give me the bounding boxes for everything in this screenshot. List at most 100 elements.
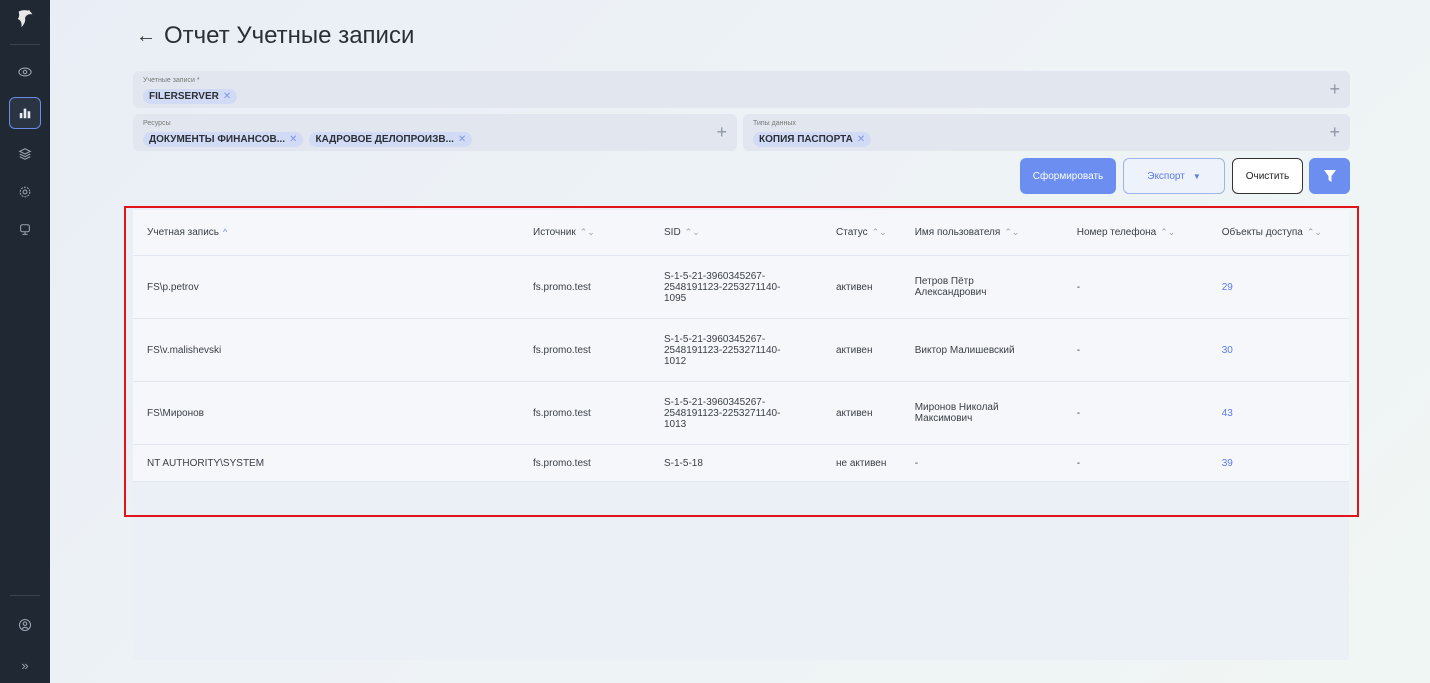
chip-label: ДОКУМЕНТЫ ФИНАНСОВ... xyxy=(149,134,286,145)
chip-passport-copy: КОПИЯ ПАСПОРТА ✕ xyxy=(753,132,872,147)
cell-sid: S-1-5-21-3960345267- 2548191123-225327114… xyxy=(650,318,822,382)
cell-status: активен xyxy=(822,318,901,382)
table-row[interactable]: FS\v.malishevski fs.promo.test S-1-5-21-… xyxy=(133,318,1349,382)
results-panel: Учетная запись ^ Источник ⌃⌄ SID ⌃⌄ Статус ⌃… xyxy=(133,210,1349,660)
filter-button[interactable] xyxy=(1309,158,1350,194)
sidebar-bottom: » xyxy=(10,595,40,673)
database-icon xyxy=(18,148,32,160)
page-title: Отчет Учетные записи xyxy=(164,22,415,49)
chip-label: КАДРОВОЕ ДЕЛОПРОИЗВ... xyxy=(315,134,454,145)
sidebar-item-overview[interactable] xyxy=(12,59,38,85)
close-icon[interactable]: ✕ xyxy=(289,134,297,145)
logo-icon xyxy=(17,10,33,28)
cell-source: fs.promo.test xyxy=(519,318,650,382)
accounts-filter[interactable]: Учетные записи * FILERSERVER ✕ + xyxy=(133,71,1350,108)
sidebar-item-reports[interactable] xyxy=(9,97,41,129)
cell-source: fs.promo.test xyxy=(519,255,650,319)
accounts-filter-label: Учетные записи * xyxy=(143,77,200,84)
sort-icon: ⌃⌄ xyxy=(1160,227,1176,237)
column-header-source[interactable]: Источник ⌃⌄ xyxy=(519,210,650,256)
sidebar-item-agents[interactable] xyxy=(12,217,38,243)
cell-account: FS\p.petrov xyxy=(133,255,519,319)
sidebar-divider xyxy=(10,595,40,596)
cell-phone: - xyxy=(1062,318,1208,382)
cell-access-objects-link[interactable]: 39 xyxy=(1207,444,1349,482)
cell-phone: - xyxy=(1062,381,1208,445)
sort-icon: ⌃⌄ xyxy=(1306,227,1322,237)
data-types-chips: КОПИЯ ПАСПОРТА ✕ xyxy=(753,132,872,147)
sort-icon: ⌃⌄ xyxy=(871,227,887,237)
close-icon[interactable]: ✕ xyxy=(857,134,865,145)
table-header-row: Учетная запись ^ Источник ⌃⌄ SID ⌃⌄ Статус ⌃… xyxy=(133,210,1349,256)
column-header-account[interactable]: Учетная запись ^ xyxy=(133,210,519,256)
cell-status: активен xyxy=(822,381,901,445)
eye-icon xyxy=(18,67,32,77)
sidebar-item-settings[interactable] xyxy=(12,179,38,205)
table-row[interactable]: FS\Миронов fs.promo.test S-1-5-21-396034… xyxy=(133,381,1349,445)
cell-source: fs.promo.test xyxy=(519,381,650,445)
generate-button[interactable]: Сформировать xyxy=(1020,158,1116,194)
back-button[interactable]: ← xyxy=(136,25,156,48)
chip-resource-hr: КАДРОВОЕ ДЕЛОПРОИЗВ... ✕ xyxy=(309,132,473,147)
chevron-double-right-icon[interactable]: » xyxy=(21,658,28,673)
data-types-filter-label: Типы данных xyxy=(753,120,796,127)
resources-filter[interactable]: Ресурсы ДОКУМЕНТЫ ФИНАНСОВ... ✕ КАДРОВОЕ… xyxy=(133,114,737,151)
sidebar: » xyxy=(0,0,50,683)
column-header-status[interactable]: Статус ⌃⌄ xyxy=(822,210,901,256)
chip-resource-finance: ДОКУМЕНТЫ ФИНАНСОВ... ✕ xyxy=(143,132,304,147)
cell-sid: S-1-5-21-3960345267- 2548191123-225327114… xyxy=(650,255,822,319)
user-icon xyxy=(18,618,32,632)
cell-access-objects-link[interactable]: 30 xyxy=(1207,318,1349,382)
profile-button[interactable] xyxy=(12,612,38,638)
clear-button[interactable]: Очистить xyxy=(1232,158,1303,194)
cell-status: активен xyxy=(822,255,901,319)
export-button-label: Экспорт xyxy=(1147,170,1185,182)
cell-account: FS\v.malishevski xyxy=(133,318,519,382)
sort-icon: ⌃⌄ xyxy=(579,227,595,237)
sort-icon: ⌃⌄ xyxy=(1004,227,1020,237)
sidebar-item-data[interactable] xyxy=(12,141,38,167)
cell-sid: S-1-5-18 xyxy=(650,444,822,482)
cell-source: fs.promo.test xyxy=(519,444,650,482)
resources-chips: ДОКУМЕНТЫ ФИНАНСОВ... ✕ КАДРОВОЕ ДЕЛОПРО… xyxy=(143,132,473,147)
table-row[interactable]: NT AUTHORITY\SYSTEM fs.promo.test S-1-5-… xyxy=(133,444,1349,482)
chart-icon xyxy=(19,108,31,119)
cell-access-objects-link[interactable]: 43 xyxy=(1207,381,1349,445)
gear-icon xyxy=(19,186,31,198)
close-icon[interactable]: ✕ xyxy=(223,91,231,102)
column-header-access-objects[interactable]: Объекты доступа ⌃⌄ xyxy=(1207,210,1349,256)
add-account-button[interactable]: + xyxy=(1329,79,1340,100)
column-header-phone[interactable]: Номер телефона ⌃⌄ xyxy=(1062,210,1208,256)
sort-asc-icon: ^ xyxy=(223,227,228,237)
resources-filter-label: Ресурсы xyxy=(143,120,171,127)
filter-icon xyxy=(1323,170,1336,182)
cell-username: Миронов Николай Максимович xyxy=(900,381,1063,445)
sidebar-divider xyxy=(10,44,40,45)
cell-username: Петров Пётр Александрович xyxy=(900,255,1063,319)
caret-down-icon: ▼ xyxy=(1192,171,1201,181)
close-icon[interactable]: ✕ xyxy=(458,134,466,145)
column-header-username[interactable]: Имя пользователя ⌃⌄ xyxy=(900,210,1063,256)
accounts-table: Учетная запись ^ Источник ⌃⌄ SID ⌃⌄ Статус ⌃… xyxy=(133,210,1349,482)
add-resource-button[interactable]: + xyxy=(716,122,727,143)
cell-status: не активен xyxy=(822,444,901,482)
cell-phone: - xyxy=(1062,255,1208,319)
column-header-sid[interactable]: SID ⌃⌄ xyxy=(650,210,822,256)
cell-phone: - xyxy=(1062,444,1208,482)
chip-label: КОПИЯ ПАСПОРТА xyxy=(759,134,853,145)
cell-access-objects-link[interactable]: 29 xyxy=(1207,255,1349,319)
cell-sid: S-1-5-21-3960345267- 2548191123-225327114… xyxy=(650,381,822,445)
export-button[interactable]: Экспорт ▼ xyxy=(1123,158,1225,194)
cell-account: FS\Миронов xyxy=(133,381,519,445)
add-data-type-button[interactable]: + xyxy=(1329,122,1340,143)
table-row[interactable]: FS\p.petrov fs.promo.test S-1-5-21-39603… xyxy=(133,255,1349,319)
data-types-filter[interactable]: Типы данных КОПИЯ ПАСПОРТА ✕ + xyxy=(743,114,1350,151)
chip-label: FILERSERVER xyxy=(149,91,219,102)
cell-account: NT AUTHORITY\SYSTEM xyxy=(133,444,519,482)
monitor-icon xyxy=(20,224,30,235)
accounts-chips: FILERSERVER ✕ xyxy=(143,89,238,104)
sort-icon: ⌃⌄ xyxy=(684,227,700,237)
page-header: ← Отчет Учетные записи xyxy=(136,22,414,50)
chip-filerserver: FILERSERVER ✕ xyxy=(143,89,238,104)
cell-username: Виктор Малишевский xyxy=(900,318,1063,382)
